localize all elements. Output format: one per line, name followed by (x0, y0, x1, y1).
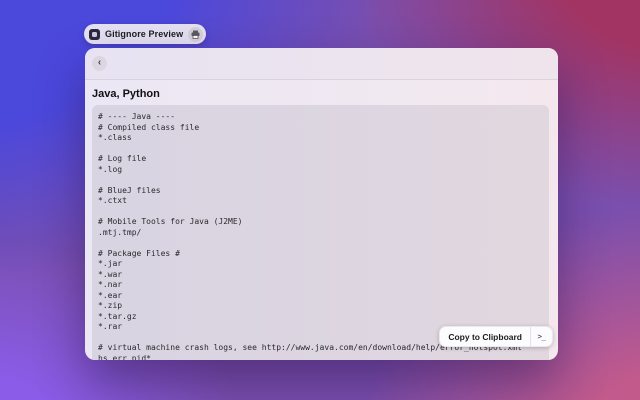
back-button[interactable]: ‹ (92, 56, 107, 71)
gitignore-extension-icon (89, 29, 100, 40)
gitignore-code-block[interactable]: # ---- Java ---- # Compiled class file *… (92, 105, 549, 360)
gitignore-preview-toast[interactable]: Gitignore Preview (84, 24, 206, 44)
gitignore-preview-window: ‹ Java, Python # ---- Java ---- # Compil… (85, 48, 558, 360)
printer-badge[interactable] (188, 27, 203, 42)
window-header: ‹ (85, 48, 558, 80)
terminal-prompt-icon: >_ (531, 332, 552, 341)
copy-button-label: Copy to Clipboard (440, 332, 530, 342)
chevron-left-icon: ‹ (98, 58, 101, 68)
toast-title: Gitignore Preview (105, 29, 183, 39)
copy-to-clipboard-button[interactable]: Copy to Clipboard >_ (439, 326, 553, 347)
gitignore-content: # ---- Java ---- # Compiled class file *… (92, 105, 549, 360)
page-title: Java, Python (92, 88, 558, 100)
printer-icon (191, 30, 200, 39)
